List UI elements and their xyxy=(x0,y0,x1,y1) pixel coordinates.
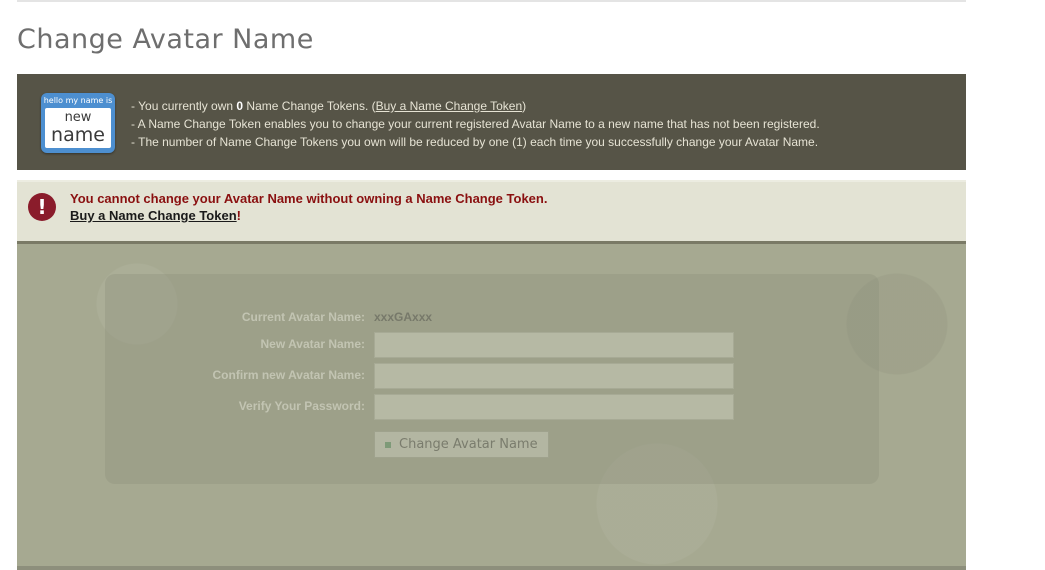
token-count-suffix: ) xyxy=(522,99,527,113)
current-name-value: xxxGAxxx xyxy=(374,310,433,324)
error-alert-text: You cannot change your Avatar Name witho… xyxy=(70,190,547,224)
name-tag-body: new name xyxy=(45,108,111,148)
exclamation-icon: ! xyxy=(28,193,56,221)
password-row: Verify Your Password: xyxy=(105,394,879,420)
token-count-line: - You currently own 0 Name Change Tokens… xyxy=(131,97,820,115)
name-tag-line2: name xyxy=(51,124,105,146)
confirm-name-row: Confirm new Avatar Name: xyxy=(105,363,879,389)
confirm-name-input[interactable] xyxy=(374,363,734,389)
current-name-label: Current Avatar Name: xyxy=(241,310,365,324)
change-avatar-name-label: Change Avatar Name xyxy=(399,437,538,452)
change-avatar-name-button[interactable]: Change Avatar Name xyxy=(374,431,549,458)
token-usage-line: - The number of Name Change Tokens you o… xyxy=(131,135,819,149)
password-label: Verify Your Password: xyxy=(238,399,365,413)
current-name-row: Current Avatar Name: xxxGAxxx xyxy=(105,305,879,331)
token-info-text: - You currently own 0 Name Change Tokens… xyxy=(131,97,820,151)
token-count-prefix: - You currently own xyxy=(131,99,237,113)
alert-buy-token-link[interactable]: Buy a Name Change Token xyxy=(70,208,237,223)
new-name-label: New Avatar Name: xyxy=(260,337,365,351)
error-alert: ! You cannot change your Avatar Name wit… xyxy=(17,180,966,244)
name-tag-header: hello my name is xyxy=(43,96,113,105)
page-title: Change Avatar Name xyxy=(17,24,314,55)
token-count-middle: Name Change Tokens. ( xyxy=(243,99,376,113)
token-info-panel: hello my name is new name - You currentl… xyxy=(17,74,966,170)
top-divider xyxy=(17,0,966,2)
new-name-row: New Avatar Name: xyxy=(105,332,879,358)
change-name-form: Current Avatar Name: xxxGAxxx New Avatar… xyxy=(105,274,879,484)
name-tag-line1: new xyxy=(64,110,92,125)
confirm-name-label: Confirm new Avatar Name: xyxy=(212,368,365,382)
alert-link-suffix: ! xyxy=(236,208,241,223)
buy-token-link[interactable]: Buy a Name Change Token xyxy=(376,99,523,113)
error-message: You cannot change your Avatar Name witho… xyxy=(70,191,548,206)
change-name-form-area: Current Avatar Name: xxxGAxxx New Avatar… xyxy=(17,244,966,570)
name-tag-icon: hello my name is new name xyxy=(41,93,115,153)
bullet-icon xyxy=(385,442,391,448)
token-explanation-line: - A Name Change Token enables you to cha… xyxy=(131,117,820,131)
error-link-line: Buy a Name Change Token! xyxy=(70,207,547,224)
password-input[interactable] xyxy=(374,394,734,420)
new-name-input[interactable] xyxy=(374,332,734,358)
